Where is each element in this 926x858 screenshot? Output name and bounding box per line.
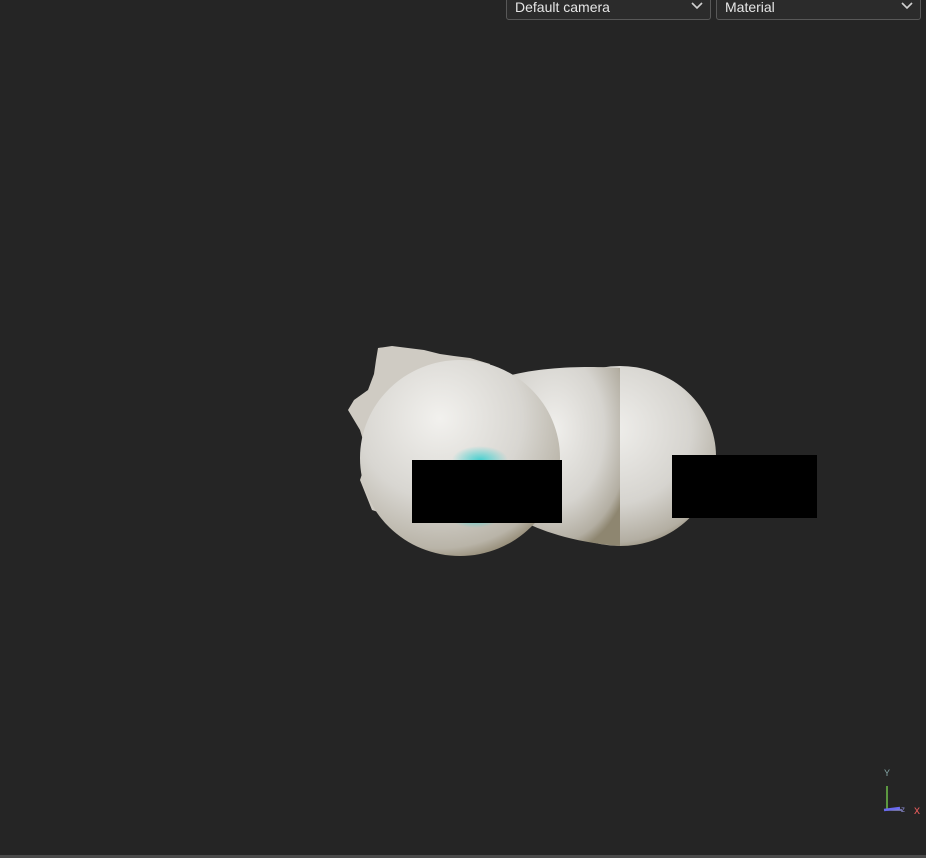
redaction-box bbox=[672, 455, 817, 518]
3d-model-render[interactable] bbox=[330, 330, 830, 570]
axis-x-label: x bbox=[914, 803, 920, 817]
axis-gizmo[interactable]: Y z x bbox=[878, 766, 926, 818]
camera-select-value: Default camera bbox=[515, 0, 610, 15]
chevron-down-icon bbox=[691, 2, 703, 10]
3d-viewport[interactable]: Default camera Material Y z x bbox=[0, 0, 926, 858]
camera-select[interactable]: Default camera bbox=[506, 0, 711, 20]
axis-z-label: z bbox=[901, 805, 905, 814]
shading-mode-select[interactable]: Material bbox=[716, 0, 921, 20]
shading-mode-value: Material bbox=[725, 0, 775, 15]
redaction-box bbox=[412, 460, 562, 523]
chevron-down-icon bbox=[901, 2, 913, 10]
axis-y-label: Y bbox=[884, 768, 890, 778]
